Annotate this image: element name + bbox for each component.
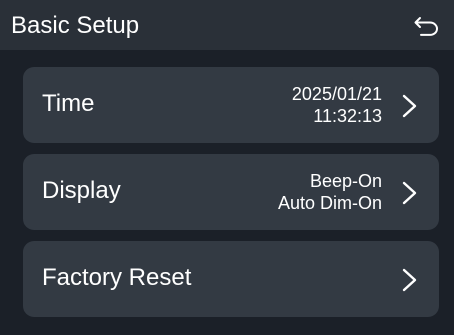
time-setting-item[interactable]: Time 2025/01/21 11:32:13 — [23, 67, 439, 143]
chevron-right-icon — [402, 94, 417, 118]
display-value: Beep-On Auto Dim-On — [278, 170, 382, 214]
chevron-right-icon — [402, 268, 417, 292]
beep-value: Beep-On — [309, 171, 382, 191]
factory-reset-item[interactable]: Factory Reset — [23, 241, 439, 317]
header-bar: Basic Setup — [0, 0, 454, 50]
clock-value: 11:32:13 — [313, 106, 382, 126]
page-title: Basic Setup — [11, 12, 140, 39]
auto-dim-value: Auto Dim-On — [277, 193, 382, 213]
display-label: Display — [42, 177, 121, 204]
time-label: Time — [42, 90, 95, 117]
back-arrow-icon[interactable] — [414, 14, 440, 36]
display-setting-item[interactable]: Display Beep-On Auto Dim-On — [23, 154, 439, 230]
chevron-right-icon — [402, 181, 417, 205]
time-value: 2025/01/21 11:32:13 — [292, 83, 382, 127]
factory-reset-label: Factory Reset — [42, 264, 192, 291]
date-value: 2025/01/21 — [291, 84, 382, 104]
